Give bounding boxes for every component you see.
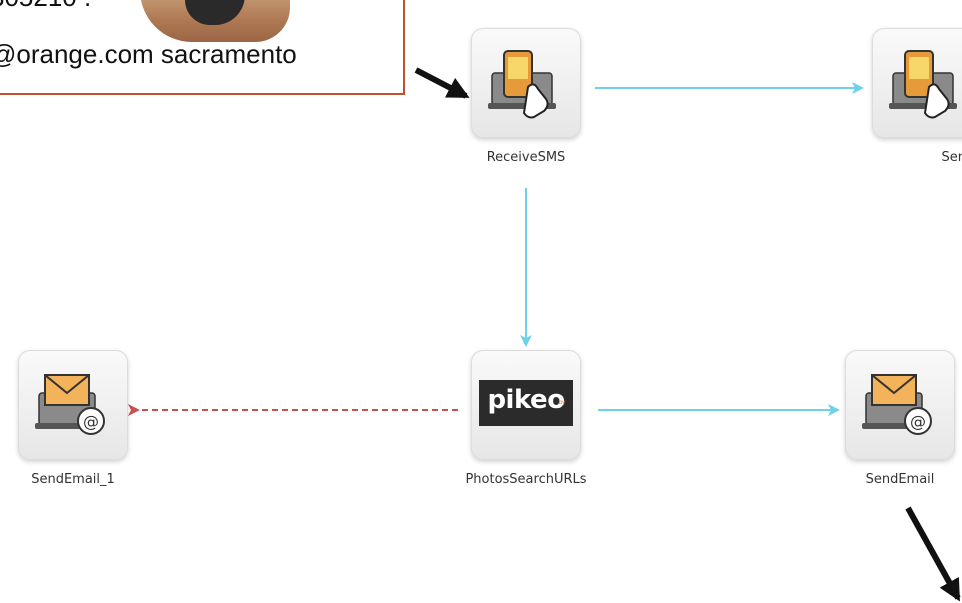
- node-label: SendEmail_1: [31, 472, 115, 487]
- pointer-arrow-sendemail: [905, 506, 961, 602]
- node-tile[interactable]: [471, 28, 581, 138]
- node-label: SendSMS: [941, 150, 962, 165]
- node-label: SendEmail: [865, 472, 935, 487]
- node-label: ReceiveSMS: [486, 150, 566, 165]
- node-tile[interactable]: [872, 28, 962, 138]
- svg-text:@: @: [83, 412, 99, 431]
- node-tile[interactable]: pikeo by: [471, 350, 581, 460]
- mobile-phone-icon: [488, 50, 556, 119]
- pointer-arrow-receivesms: [414, 67, 470, 99]
- email-icon: @: [862, 374, 932, 435]
- mobile-phone-icon: [889, 50, 957, 119]
- node-tile[interactable]: @: [845, 350, 955, 460]
- email-icon: @: [35, 374, 105, 435]
- pikeo-logo: pikeo by: [479, 380, 573, 426]
- node-label: PhotosSearchURLs: [465, 472, 587, 487]
- svg-text:@: @: [910, 412, 926, 431]
- node-tile[interactable]: @: [18, 350, 128, 460]
